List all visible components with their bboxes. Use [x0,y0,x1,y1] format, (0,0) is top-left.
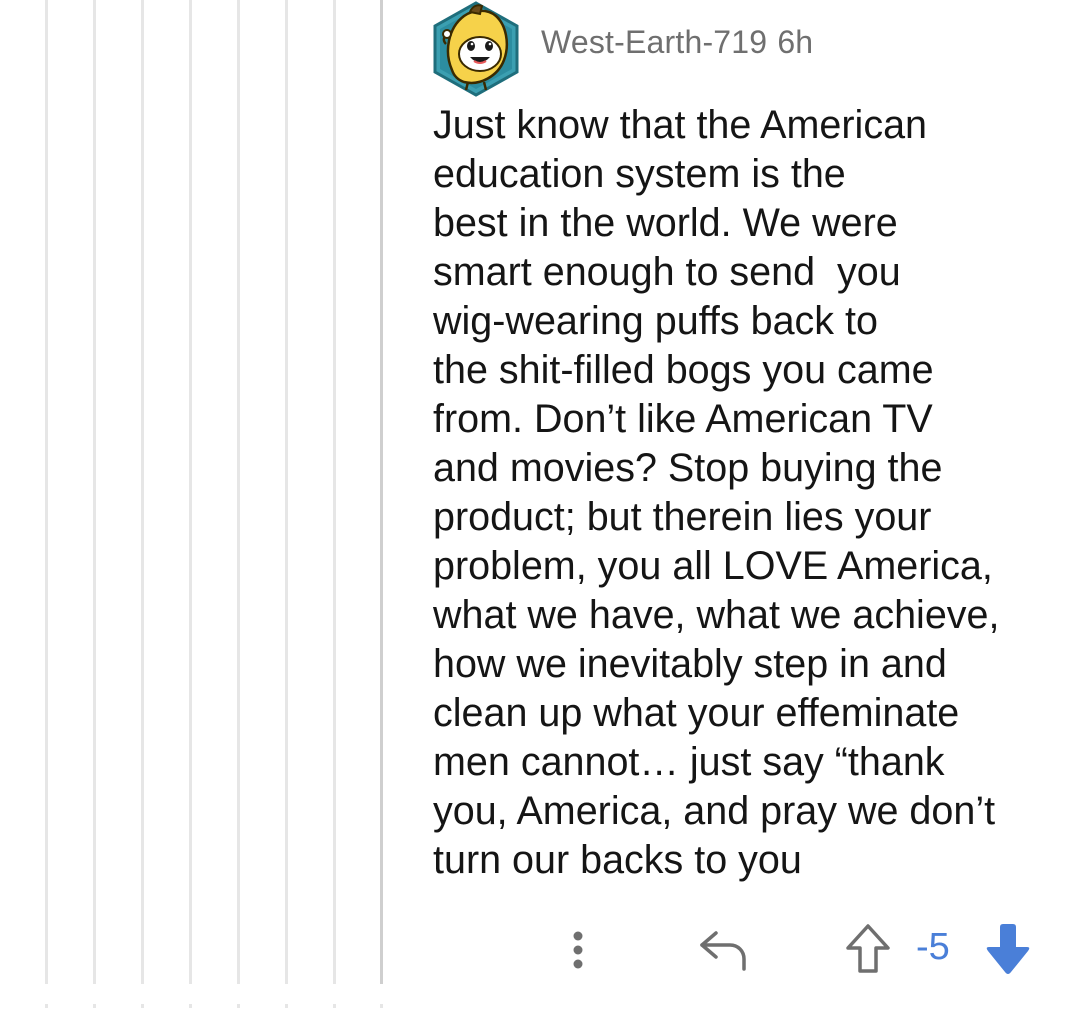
upvote-button[interactable] [842,921,894,977]
more-options-button[interactable] [560,921,596,979]
comment-action-bar: -5 [430,915,1050,985]
comment-body-line: Just know that the American [433,103,928,147]
comment-body-line: problem, you all LOVE America, [433,544,993,588]
comment-body-line: education system is the [433,152,846,196]
comment-body-line: and movies? Stop buying the [433,446,943,490]
more-vertical-icon [573,931,583,969]
thread-line[interactable] [45,0,48,984]
comment-body-line: wig-wearing puffs back to [433,299,878,343]
comment-body-line: what we have, what we achieve, [433,593,1000,637]
next-comment-thread-lines [0,1004,1080,1010]
comment-body-line: clean up what your effeminate [433,691,960,735]
comment-body-line: men cannot… just say “thank [433,740,945,784]
thread-line[interactable] [93,0,96,984]
vote-score: -5 [916,926,950,968]
thread-line[interactable] [285,0,288,984]
banana-snoo-avatar-icon[interactable] [430,0,522,98]
comment-author[interactable]: West-Earth-719 6h [541,24,813,61]
comment-body-line: product; but therein lies your [433,495,932,539]
comment-body-line: best in the world. We were [433,201,898,245]
thread-line[interactable] [333,0,336,984]
thread-line-parent[interactable] [380,0,383,984]
thread-line[interactable] [141,0,144,984]
comment-body-line: how we inevitably step in and [433,642,947,686]
comment-header: West-Earth-719 6h [430,0,1050,98]
upvote-arrow-icon [846,924,890,973]
comment-body-line: smart enough to send you [433,250,901,294]
comment-body: Just know that the American education sy… [433,101,1043,885]
author-username[interactable]: West-Earth-719 [541,24,767,60]
downvote-button[interactable] [984,921,1032,979]
comment-body-line: turn our backs to you [433,838,802,882]
reply-arrow-icon [700,931,746,971]
thread-line[interactable] [189,0,192,984]
comment-body-line: from. Don’t like American TV [433,397,933,441]
comment-body-line: the shit-filled bogs you came [433,348,934,392]
comment-body-line: you, America, and pray we don’t [433,789,996,833]
comment-age: 6h [777,24,814,60]
reply-button[interactable] [696,925,752,975]
downvote-arrow-icon [986,924,1030,974]
thread-line[interactable] [237,0,240,984]
